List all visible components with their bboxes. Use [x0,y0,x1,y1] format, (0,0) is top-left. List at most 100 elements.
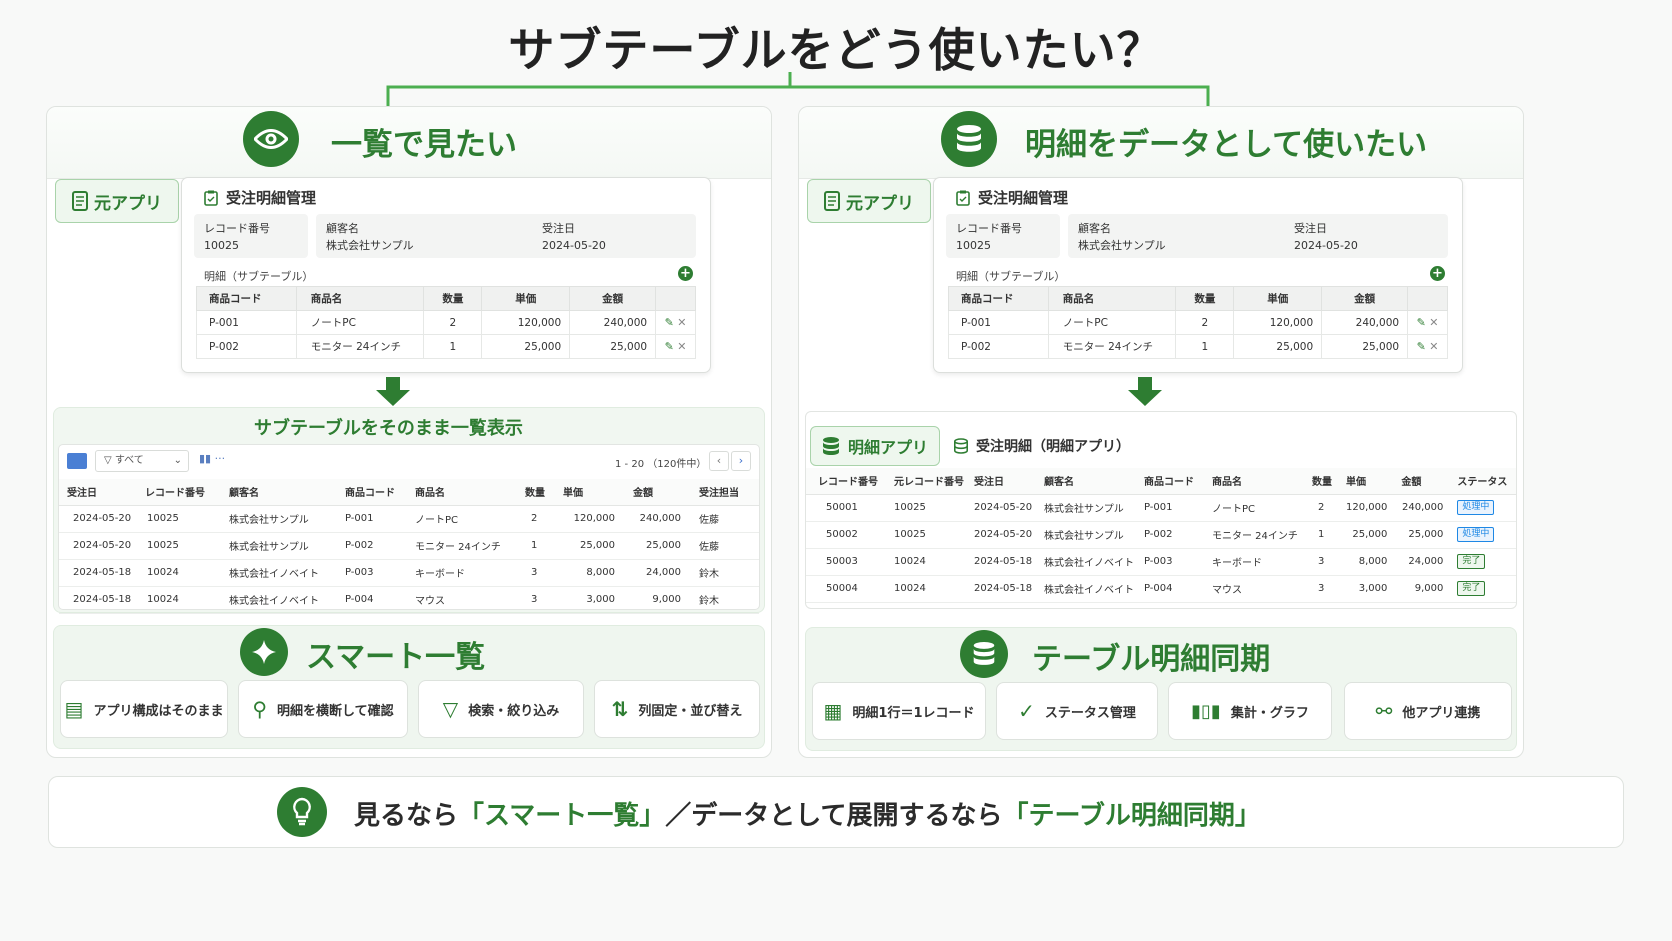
document-icon: ▤ [64,697,84,721]
feature-status-management: ✓ ステータス管理 [996,682,1158,740]
table-icon: ▦ [823,699,843,723]
subtable-row: P-002 モニター 24インチ 1 25,000 25,000 ✎ ✕ [196,334,696,359]
source-app-badge: 元アプリ [807,179,931,223]
check-circle-icon: ✓ [1018,699,1035,723]
next-page-button[interactable]: › [731,451,751,471]
list-view: ▽ すべて ⌄ ▮▮ ··· 1 - 20 （120件中） ‹ › 受注日 レコー… [58,444,760,614]
document-icon [72,191,88,211]
feature-app-link: ⚯ 他アプリ連携 [1344,682,1512,740]
subtable: 商品コード 商品名 数量 単価 金額 P-001 ノートPC 2 120,000 240… [196,286,696,359]
card-title: 受注明細管理 [204,187,316,208]
customer-and-date-field: 顧客名 株式会社サンプル 受注日 2024-05-20 [1068,214,1448,258]
feature-one-row-one-record: ▦ 明細1行＝1レコード [812,682,986,740]
subtable-label: 明細（サブテーブル） [956,270,1066,283]
right-panel-title: 明細をデータとして使いたい [1025,127,1428,163]
record-number-field: レコード番号 10025 [946,214,1060,258]
right-panel: 明細をデータとして使いたい 元アプリ 受注明細管理 レコード番号 10025 顧客… [798,106,1524,758]
feature-sort: ⇅ 列固定・並び替え [594,680,760,738]
order-record-card: 受注明細管理 レコード番号 10025 顧客名 株式会社サンプル 受注日 2024-0… [933,177,1463,373]
database-icon [954,438,968,454]
smart-list-preview-title: サブテーブルをそのまま一覧表示 [254,418,523,439]
smart-list-table: 受注日 レコード番号 顧客名 商品コード 商品名 数量 単価 金額 受注担当 2024-05-2… [59,479,759,614]
detail-header-row: レコード番号 元レコード番号 受注日 顧客名 商品コード 商品名 数量 単価 金額 ステータス [806,468,1516,495]
filter-select[interactable]: ▽ すべて ⌄ [95,450,189,472]
feature-filter: ▽ 検索・絞り込み [418,680,584,738]
order-record-card: 受注明細管理 レコード番号 10025 顧客名 株式会社サンプル 受注日 2024-0… [181,177,711,373]
left-panel: 一覧で見たい 元アプリ 受注明細管理 レコード番号 10025 顧客名 株式会社サン… [46,106,772,758]
smart-list-header-row: 受注日 レコード番号 顧客名 商品コード 商品名 数量 単価 金額 受注担当 [59,479,759,506]
source-app-label: 元アプリ [94,193,162,214]
status-badge: 処理中 [1457,527,1495,542]
add-row-button[interactable]: + [678,266,693,281]
edit-icon[interactable]: ✎ [1417,316,1426,329]
status-badge: 完了 [1457,581,1486,596]
smart-list-row: 2024-05-18 10024 株式会社イノベイト P-003 キーボード 3 8,000… [59,559,759,587]
lightbulb-icon [277,787,327,837]
status-badge: 処理中 [1457,500,1495,515]
smart-list-row: 2024-05-18 10024 株式会社イノベイト P-004 マウス 3 3,000 9,… [59,586,759,614]
clipboard-icon [204,190,218,206]
source-app-label: 元アプリ [846,193,914,214]
source-app-badge: 元アプリ [55,179,179,223]
table-sync-feature-title: テーブル明細同期 [1032,642,1271,677]
link-icon: ⚯ [1375,699,1393,723]
detail-row: 50003 10024 2024-05-18 株式会社イノベイト P-003 キーボード 3… [806,548,1516,576]
left-panel-title: 一覧で見たい [331,127,517,163]
edit-icon[interactable]: ✎ [1417,340,1426,353]
feature-cross-search: ⚲ 明細を横断して確認 [238,680,408,738]
edit-icon[interactable]: ✎ [665,316,674,329]
smart-list-preview: サブテーブルをそのまま一覧表示 ▽ すべて ⌄ ▮▮ ··· 1 - 20 （1… [53,407,765,614]
detail-row: 50004 10024 2024-05-18 株式会社イノベイト P-004 マウス 3 3,… [806,575,1516,603]
subtable-row: P-002 モニター 24インチ 1 25,000 25,000 ✎ ✕ [948,334,1448,359]
subtable-row: P-001 ノートPC 2 120,000 240,000 ✎ ✕ [948,310,1448,335]
smart-list-feature-title: スマート一覧 [306,640,486,675]
delete-icon[interactable]: ✕ [677,340,686,353]
database-icon [941,111,997,167]
delete-icon[interactable]: ✕ [1429,316,1438,329]
subtable-header-row: 商品コード 商品名 数量 単価 金額 [196,286,696,311]
feature-aggregate-graph: ▮▯▮ 集計・グラフ [1168,682,1332,740]
record-number-field: レコード番号 10025 [194,214,308,258]
smart-list-row: 2024-05-20 10025 株式会社サンプル P-001 ノートPC 2 120,00… [59,505,759,533]
delete-icon[interactable]: ✕ [677,316,686,329]
table-sync-feature-area: テーブル明細同期 ▦ 明細1行＝1レコード ✓ ステータス管理 ▮▯▮ 集計・グラフ … [805,627,1517,751]
subtable-row: P-001 ノートPC 2 120,000 240,000 ✎ ✕ [196,310,696,335]
down-arrow-icon [376,377,410,406]
status-badge: 完了 [1457,554,1486,569]
customer-and-date-field: 顧客名 株式会社サンプル 受注日 2024-05-20 [316,214,696,258]
smart-list-row: 2024-05-20 10025 株式会社サンプル P-002 モニター 24インチ 1 2… [59,532,759,560]
subtable-label: 明細（サブテーブル） [204,270,314,283]
subtable: 商品コード 商品名 数量 単価 金額 P-001 ノートPC 2 120,000 240… [948,286,1448,359]
search-icon: ⚲ [252,697,268,721]
paging-info: 1 - 20 （120件中） [615,459,707,470]
right-panel-header: 明細をデータとして使いたい [799,107,1523,179]
detail-app-badge: 明細アプリ [810,426,940,466]
sort-icon: ⇅ [611,697,629,721]
subtable-header-row: 商品コード 商品名 数量 単価 金額 [948,286,1448,311]
prev-page-button[interactable]: ‹ [709,451,729,471]
detail-app-title: 受注明細（明細アプリ） [954,436,1130,456]
card-title: 受注明細管理 [956,187,1068,208]
document-icon [824,191,840,211]
smart-list-feature-area: スマート一覧 ▤ アプリ構成はそのまま ⚲ 明細を横断して確認 ▽ 検索・絞り込み ⇅… [53,625,765,749]
detail-table: レコード番号 元レコード番号 受注日 顧客名 商品コード 商品名 数量 単価 金額 ステータス 5… [806,468,1516,603]
filter-icon: ▽ [442,697,459,721]
delete-icon[interactable]: ✕ [1429,340,1438,353]
detail-app-view: 明細アプリ 受注明細（明細アプリ） レコード番号 元レコード番号 受注日 顧客名 商品コ… [805,411,1517,609]
database-icon [822,437,839,455]
detail-row: 50002 10025 2024-05-20 株式会社サンプル P-002 モニター 24… [806,521,1516,549]
eye-icon [243,111,299,167]
database-icon [960,630,1008,678]
add-row-button[interactable]: + [1430,266,1445,281]
bar-chart-icon: ▮▯▮ [1191,700,1221,722]
detail-row: 50001 10025 2024-05-20 株式会社サンプル P-001 ノートPC 2 1… [806,494,1516,522]
left-panel-header: 一覧で見たい [47,107,771,179]
down-arrow-icon [1128,377,1162,406]
summary-text: 見るなら「スマート一覧」／データとして展開するなら「テーブル明細同期」 [354,801,1261,831]
sparkle-icon [240,628,288,676]
edit-icon[interactable]: ✎ [665,340,674,353]
clipboard-icon [956,190,970,206]
feature-keep-app-structure: ▤ アプリ構成はそのまま [60,680,228,738]
chart-icon[interactable]: ▮▮ ··· [199,452,225,465]
list-view-icon[interactable] [67,453,87,469]
